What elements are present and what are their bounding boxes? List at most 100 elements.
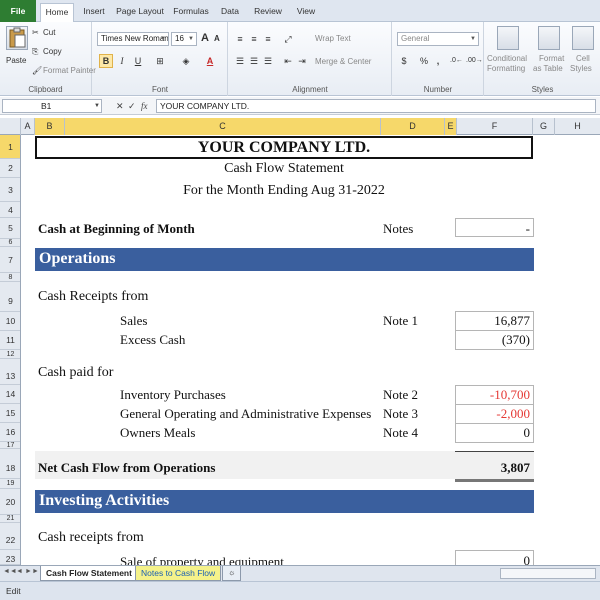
format-as-table-label-1[interactable]: Format (539, 54, 564, 63)
increase-decimal-icon[interactable]: .0← (449, 54, 463, 68)
wrap-text-button[interactable]: Wrap Text (315, 34, 351, 43)
row-header-15[interactable]: 15 (0, 404, 20, 423)
cancel-icon[interactable]: ✕ (116, 99, 124, 113)
row-header-1[interactable]: 1 (0, 135, 20, 159)
align-middle-icon[interactable]: ≡ (247, 32, 261, 46)
horizontal-scrollbar[interactable] (500, 568, 596, 579)
tab-review[interactable]: Review (250, 3, 286, 22)
row-header-16[interactable]: 16 (0, 423, 20, 442)
first-sheet-icon[interactable]: ◄◄ (3, 568, 17, 575)
shrink-font-button[interactable]: A (214, 34, 220, 43)
paste-icon[interactable] (6, 26, 28, 50)
insert-function-icon[interactable]: fx (141, 99, 148, 113)
conditional-formatting-label-1[interactable]: Conditional (487, 54, 527, 63)
row-header-3[interactable]: 3 (0, 178, 20, 202)
format-painter-icon[interactable]: 🖌 (32, 66, 42, 75)
tab-formulas[interactable]: Formulas (170, 3, 212, 22)
column-header-d[interactable]: D (381, 118, 445, 135)
row-header-11[interactable]: 11 (0, 331, 20, 350)
percent-button[interactable]: % (417, 54, 431, 68)
font-name-select[interactable]: Times New Roman ▼ (97, 32, 169, 46)
cell-styles-icon[interactable] (572, 26, 594, 50)
copy-icon[interactable]: ⎘ (32, 47, 38, 57)
column-header-c[interactable]: C (65, 118, 381, 135)
row-header-13[interactable]: 13 (0, 359, 20, 385)
font-size-select[interactable]: 16 ▼ (171, 32, 197, 46)
column-header-g[interactable]: G (533, 118, 555, 135)
format-painter-button[interactable]: Format Painter (43, 66, 96, 75)
grow-font-button[interactable]: A (201, 32, 209, 44)
conditional-formatting-label-2[interactable]: Formatting (487, 64, 525, 73)
new-sheet-icon[interactable]: ☼ (222, 566, 242, 581)
row-header-21[interactable]: 21 (0, 515, 20, 523)
row-header-5[interactable]: 5 (0, 218, 20, 239)
column-header-a[interactable]: A (21, 118, 35, 135)
select-all-corner[interactable] (0, 118, 21, 135)
status-bar: Edit (0, 581, 600, 600)
tab-file[interactable]: File (0, 0, 36, 22)
align-center-icon[interactable]: ☰ (247, 54, 261, 68)
font-color-icon[interactable]: A (203, 54, 217, 68)
align-top-icon[interactable]: ≡ (233, 32, 247, 46)
number-group-label: Number (423, 85, 453, 94)
row-header-10[interactable]: 10 (0, 312, 20, 331)
row-header-12[interactable]: 12 (0, 350, 20, 359)
sheet-tab-notes-to-cash-flow[interactable]: Notes to Cash Flow (135, 566, 222, 581)
row-header-6[interactable]: 6 (0, 239, 20, 247)
tab-data[interactable]: Data (216, 3, 244, 22)
format-as-table-icon[interactable] (538, 26, 560, 50)
align-right-icon[interactable]: ☰ (261, 54, 275, 68)
borders-icon[interactable]: ⊞ (153, 54, 167, 68)
tab-page-layout[interactable]: Page Layout (114, 3, 166, 22)
name-box[interactable]: B1 (2, 99, 102, 113)
formula-input[interactable]: YOUR COMPANY LTD. (156, 99, 596, 113)
row-header-14[interactable]: 14 (0, 385, 20, 404)
align-bottom-icon[interactable]: ≡ (261, 32, 275, 46)
tab-home[interactable]: Home (40, 3, 74, 22)
merge-center-button[interactable]: Merge & Center (315, 57, 371, 66)
bold-button[interactable]: B (99, 54, 113, 68)
column-header-b[interactable]: B (35, 118, 65, 135)
name-box-dropdown-icon[interactable]: ▼ (94, 99, 100, 113)
row-header-4[interactable]: 4 (0, 202, 20, 218)
outdent-icon[interactable]: ⇥ (295, 54, 309, 68)
row-header-22[interactable]: 22 (0, 523, 20, 550)
row-header-18[interactable]: 18 (0, 449, 20, 479)
tab-insert[interactable]: Insert (78, 3, 110, 22)
align-left-icon[interactable]: ☰ (233, 54, 247, 68)
format-as-table-label-2[interactable]: as Table (533, 64, 563, 73)
copy-button[interactable]: Copy (43, 47, 62, 56)
conditional-formatting-icon[interactable] (497, 26, 519, 50)
decrease-decimal-icon[interactable]: .00→ (465, 54, 483, 68)
cell-styles-label-1[interactable]: Cell (576, 54, 590, 63)
column-header-f[interactable]: F (457, 118, 533, 135)
prev-sheet-icon[interactable]: ◄ (16, 568, 23, 575)
comma-button[interactable]: , (431, 54, 445, 68)
fill-color-icon[interactable]: ◈ (179, 54, 193, 68)
tab-view[interactable]: View (292, 3, 320, 22)
enter-icon[interactable]: ✓ (128, 99, 136, 113)
orientation-icon[interactable]: ⤢ (281, 32, 295, 46)
cut-icon[interactable]: ✂ (32, 28, 39, 37)
number-format-select[interactable]: General ▼ (397, 32, 479, 46)
row-header-20[interactable]: 20 (0, 489, 20, 515)
cell-styles-label-2[interactable]: Styles (570, 64, 592, 73)
sheet-tab-cash-flow-statement[interactable]: Cash Flow Statement (40, 566, 138, 581)
italic-button[interactable]: I (115, 54, 129, 68)
row-header-23[interactable]: 23 (0, 550, 20, 565)
row-header-2[interactable]: 2 (0, 159, 20, 178)
worksheet-grid[interactable]: YOUR COMPANY LTD. Cash Flow Statement Fo… (21, 135, 600, 565)
currency-icon[interactable]: $ (397, 54, 411, 68)
row-header-7[interactable]: 7 (0, 247, 20, 273)
next-sheet-icon[interactable]: ► (25, 568, 32, 575)
column-header-e[interactable]: E (445, 118, 457, 135)
column-header-h[interactable]: H (555, 118, 600, 135)
row-header-9[interactable]: 9 (0, 282, 20, 312)
indent-icon[interactable]: ⇤ (281, 54, 295, 68)
paste-button[interactable]: Paste (6, 56, 26, 65)
underline-button[interactable]: U (131, 54, 145, 68)
row-header-19[interactable]: 19 (0, 479, 20, 489)
cut-button[interactable]: Cut (43, 28, 55, 37)
row-header-17[interactable]: 17 (0, 442, 20, 449)
row-header-8[interactable]: 8 (0, 273, 20, 282)
